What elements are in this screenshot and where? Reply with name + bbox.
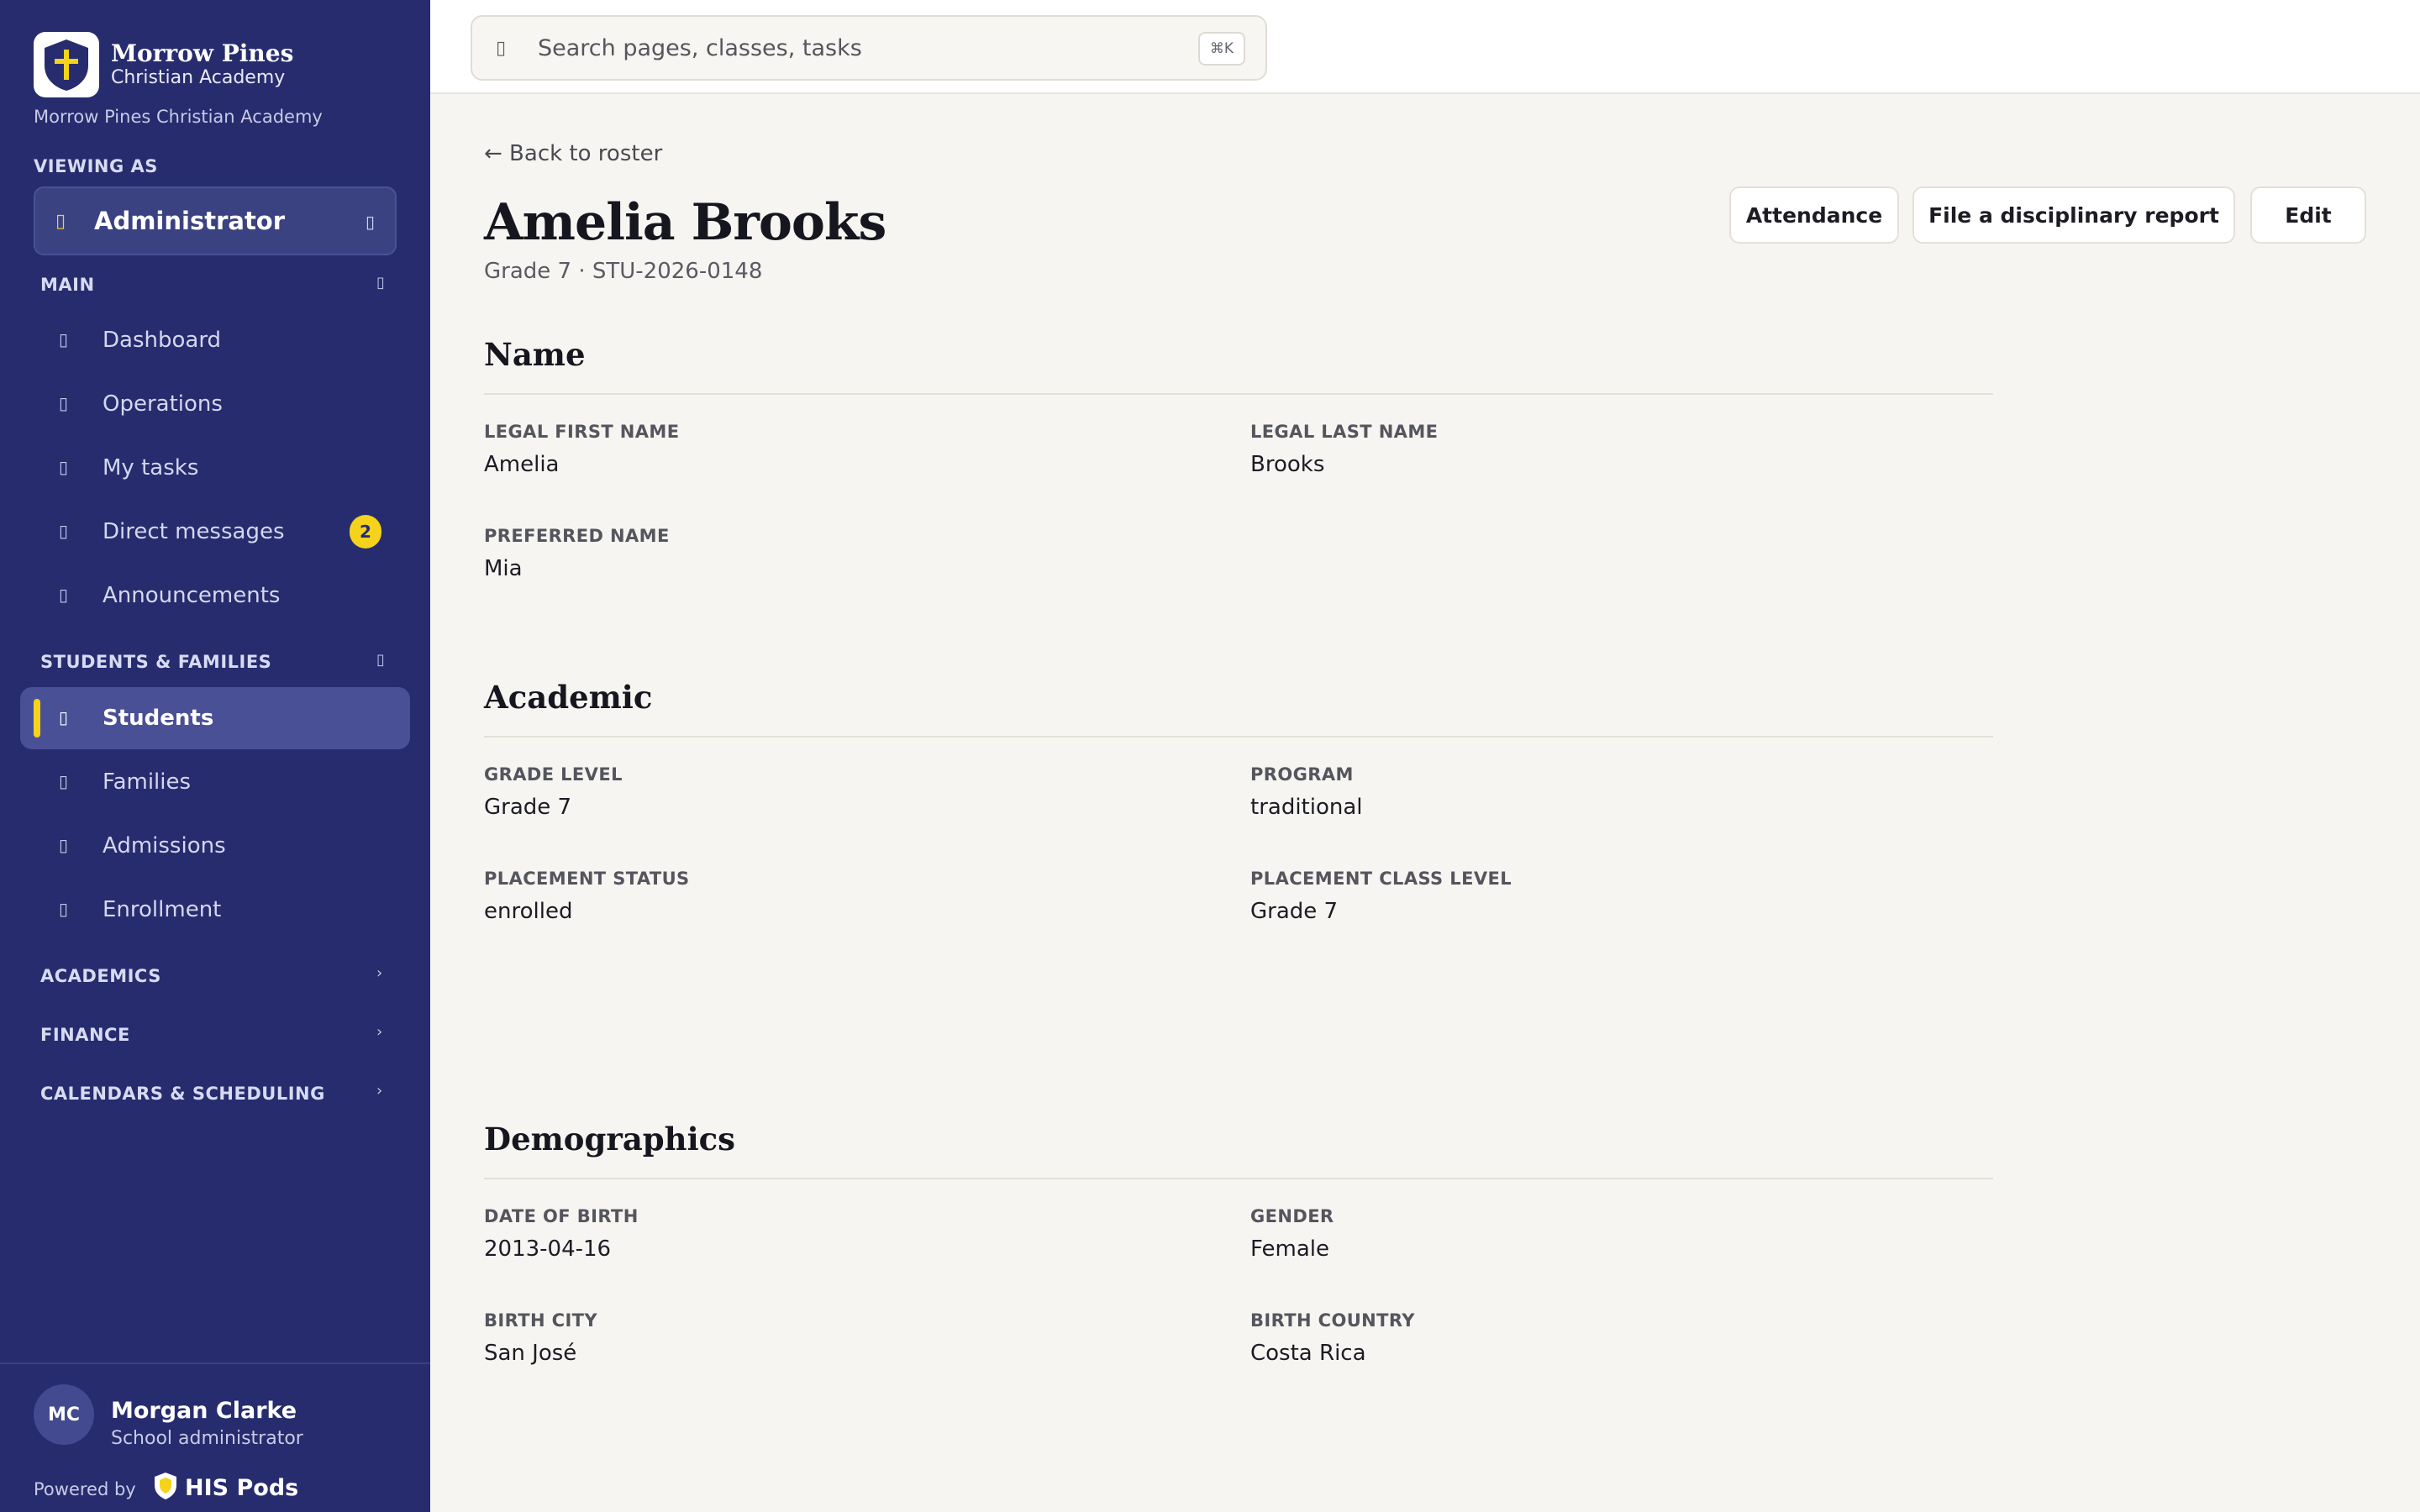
- sidebar-item-label: Admissions: [103, 833, 226, 858]
- field-label: Legal first name: [484, 422, 680, 442]
- home-icon: ▯: [59, 329, 69, 349]
- active-indicator: [34, 699, 40, 738]
- sidebar-item-admissions[interactable]: ▯ Admissions: [20, 815, 410, 877]
- nav-section-finance[interactable]: Finance: [40, 1025, 130, 1045]
- field-value-gender: Female: [1250, 1236, 1330, 1262]
- field-value-placement-class-level: Grade 7: [1250, 899, 1339, 924]
- sidebar-item-label: Announcements: [103, 583, 281, 608]
- sidebar-footer: MC Morgan Clarke School administrator Po…: [0, 1362, 430, 1512]
- sidebar-item-announcements[interactable]: ▯ Announcements: [20, 564, 410, 627]
- sidebar-item-operations[interactable]: ▯ Operations: [20, 373, 410, 435]
- chevron-right-icon[interactable]: ›: [376, 964, 382, 982]
- sidebar-item-students[interactable]: ▯ Students: [20, 687, 410, 749]
- chevron-right-icon[interactable]: ›: [376, 1082, 382, 1100]
- sidebar: Morrow Pines Christian Academy Morrow Pi…: [0, 0, 430, 1512]
- sidebar-item-label: Students: [103, 706, 214, 731]
- grid-icon: ▯: [59, 393, 69, 413]
- field-value-birth-city: San José: [484, 1341, 577, 1366]
- sidebar-item-enrollment[interactable]: ▯ Enrollment: [20, 879, 410, 941]
- brand[interactable]: Morrow Pines Christian Academy: [34, 32, 293, 97]
- sidebar-item-label: Operations: [103, 391, 223, 417]
- sidebar-item-direct-messages[interactable]: ▯ Direct messages 2: [20, 501, 410, 563]
- field-label: Date of birth: [484, 1206, 639, 1226]
- sidebar-item-my-tasks[interactable]: ▯ My tasks: [20, 437, 410, 499]
- sidebar-item-label: Families: [103, 769, 192, 795]
- sidebar-item-label: My tasks: [103, 455, 199, 480]
- user-role: School administrator: [111, 1428, 303, 1449]
- nav-section-calendars[interactable]: Calendars & Scheduling: [40, 1084, 325, 1104]
- field-value-birth-country: Costa Rica: [1250, 1341, 1366, 1366]
- family-icon: ▯: [59, 771, 69, 791]
- field-label: Placement class level: [1250, 869, 1512, 889]
- unread-badge: 2: [350, 515, 381, 549]
- field-label: Birth city: [484, 1310, 598, 1331]
- section-title-demographics: Demographics: [484, 1121, 735, 1158]
- file-disciplinary-report-button[interactable]: File a disciplinary report: [1912, 186, 2235, 244]
- brand-subtitle: Christian Academy: [111, 67, 286, 88]
- global-search[interactable]: ▯ ⌘K: [471, 15, 1267, 81]
- field-value-placement-status: enrolled: [484, 899, 573, 924]
- field-value-grade-level: Grade 7: [484, 795, 572, 820]
- field-label: Program: [1250, 764, 1354, 785]
- nav-section-academics[interactable]: Academics: [40, 966, 161, 986]
- section-title-name: Name: [484, 336, 586, 373]
- user-name[interactable]: Morgan Clarke: [111, 1398, 297, 1424]
- student-icon: ▯: [59, 707, 69, 727]
- field-value-last-name: Brooks: [1250, 452, 1325, 477]
- field-label: Grade level: [484, 764, 623, 785]
- field-label: Legal last name: [1250, 422, 1439, 442]
- viewing-as-label: Viewing as: [34, 156, 158, 176]
- his-pods-text: HIS Pods: [185, 1474, 299, 1501]
- sidebar-item-dashboard[interactable]: ▯ Dashboard: [20, 309, 410, 371]
- back-to-roster-link[interactable]: ← Back to roster: [484, 141, 662, 166]
- checklist-icon: ▯: [59, 457, 69, 477]
- role-switcher[interactable]: ▯ Administrator ▯: [34, 186, 397, 255]
- role-label: Administrator: [94, 207, 286, 235]
- field-value-preferred-name: Mia: [484, 556, 523, 581]
- field-value-first-name: Amelia: [484, 452, 560, 477]
- role-icon: ▯: [55, 210, 66, 232]
- search-input[interactable]: [538, 34, 1143, 61]
- megaphone-icon: ▯: [59, 585, 69, 605]
- page-title: Amelia Brooks: [484, 193, 886, 252]
- admissions-icon: ▯: [59, 835, 69, 855]
- nav-section-main[interactable]: Main: [40, 275, 95, 295]
- section-divider: [484, 736, 1993, 738]
- sidebar-item-label: Direct messages: [103, 519, 285, 544]
- section-divider: [484, 1178, 1993, 1179]
- enrollment-icon: ▯: [59, 899, 69, 919]
- collapse-students-icon[interactable]: ▯: [376, 651, 385, 669]
- nav-section-students-families[interactable]: Students & Families: [40, 652, 271, 672]
- message-icon: ▯: [59, 521, 69, 541]
- field-label: Birth country: [1250, 1310, 1415, 1331]
- powered-by-label: Powered by: [34, 1479, 136, 1499]
- top-bar: ▯ ⌘K: [430, 0, 2420, 94]
- section-divider: [484, 393, 1993, 395]
- collapse-main-icon[interactable]: ▯: [376, 274, 385, 291]
- section-title-academic: Academic: [484, 679, 653, 716]
- his-pods-logo[interactable]: HIS Pods: [153, 1472, 298, 1504]
- school-name: Morrow Pines Christian Academy: [34, 107, 323, 127]
- student-subtitle: Grade 7 · STU-2026-0148: [484, 259, 763, 284]
- field-label: Placement status: [484, 869, 690, 889]
- edit-button[interactable]: Edit: [2250, 186, 2366, 244]
- field-label: Preferred name: [484, 526, 670, 546]
- attendance-button[interactable]: Attendance: [1729, 186, 1899, 244]
- sidebar-item-label: Enrollment: [103, 897, 222, 922]
- field-value-date-of-birth: 2013-04-16: [484, 1236, 612, 1262]
- chevron-updown-icon: ▯: [365, 212, 375, 232]
- field-label: Gender: [1250, 1206, 1334, 1226]
- sidebar-item-families[interactable]: ▯ Families: [20, 751, 410, 813]
- keyboard-shortcut-hint: ⌘K: [1198, 32, 1245, 66]
- search-icon: ▯: [496, 37, 507, 59]
- his-shield-icon: [153, 1472, 178, 1504]
- avatar[interactable]: MC: [34, 1384, 94, 1445]
- brand-name: Morrow Pines: [111, 39, 294, 67]
- chevron-right-icon[interactable]: ›: [376, 1023, 382, 1041]
- field-value-program: traditional: [1250, 795, 1363, 820]
- sidebar-item-label: Dashboard: [103, 328, 222, 353]
- shield-cross-icon: [34, 32, 99, 97]
